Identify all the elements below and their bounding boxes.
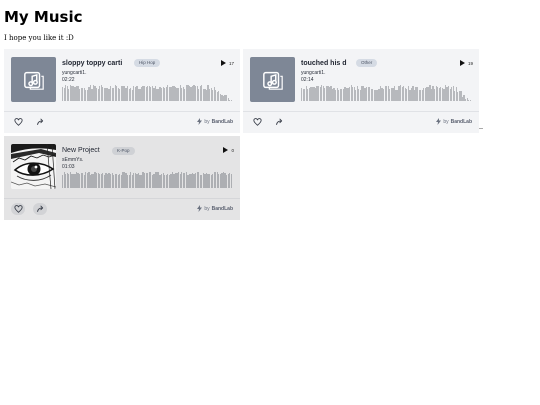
music-note-placeholder-icon: [23, 71, 44, 90]
bandlab-credit[interactable]: by BandLab: [197, 205, 233, 212]
play-count: 19: [467, 60, 473, 66]
play-control: 19: [459, 60, 473, 66]
share-arrow-icon: [36, 205, 43, 212]
credit-by-label: by: [204, 118, 210, 125]
play-control: 17: [220, 60, 234, 66]
share-arrow-icon: [36, 118, 43, 125]
stray-divider: [479, 128, 483, 129]
share-button[interactable]: [272, 116, 286, 128]
manga-eye-artwork: [11, 144, 56, 189]
share-button[interactable]: [33, 203, 47, 215]
play-control: 0: [223, 147, 234, 153]
genre-badge[interactable]: Hip Hop: [134, 59, 161, 67]
track-card-1: sloppy toppy carti Hip Hop yungcarti1. 0…: [4, 49, 240, 133]
genre-badge[interactable]: K-Pop: [112, 147, 135, 155]
artist-name[interactable]: sEmmYs.: [62, 157, 83, 163]
like-button[interactable]: [11, 116, 25, 128]
credit-by-label: by: [443, 118, 449, 125]
like-button[interactable]: [11, 203, 25, 215]
card-divider: [243, 111, 479, 112]
waveform[interactable]: [62, 171, 232, 188]
bolt-icon: [436, 118, 442, 125]
track-title[interactable]: New Project: [62, 147, 100, 154]
track-title[interactable]: sloppy toppy carti: [62, 60, 122, 67]
bandlab-credit[interactable]: by BandLab: [436, 118, 472, 125]
track-title[interactable]: touched his d: [301, 60, 347, 67]
track-card-2: touched his d Other yungcarti1. 02:14 19: [243, 49, 479, 133]
track-card-main: touched his d Other yungcarti1. 02:14 19: [243, 49, 479, 111]
card-divider: [4, 198, 240, 199]
page-subtitle: I hope you like it :D: [4, 34, 74, 42]
credit-brand: BandLab: [211, 118, 233, 125]
track-duration: 02:22: [62, 77, 75, 83]
credit-brand: BandLab: [450, 118, 472, 125]
play-icon[interactable]: [223, 147, 229, 153]
heart-icon: [13, 118, 23, 126]
credit-by-label: by: [204, 205, 210, 212]
page: My Music I hope you like it :D sloppy to…: [0, 0, 540, 405]
track-cover[interactable]: [250, 57, 295, 102]
track-cover[interactable]: [11, 57, 56, 102]
bandlab-credit[interactable]: by BandLab: [197, 118, 233, 125]
bolt-icon: [197, 118, 203, 125]
waveform-bar: [469, 99, 471, 101]
play-icon[interactable]: [459, 60, 465, 66]
share-button[interactable]: [33, 116, 47, 128]
share-arrow-icon: [275, 118, 282, 125]
artist-name[interactable]: yungcarti1.: [301, 70, 325, 76]
bolt-icon: [197, 205, 203, 212]
waveform[interactable]: [62, 84, 232, 101]
play-count: 0: [231, 147, 234, 153]
heart-icon: [13, 205, 23, 213]
card-divider: [4, 111, 240, 112]
artist-name[interactable]: yungcarti1.: [62, 70, 86, 76]
track-duration: 02:14: [301, 77, 314, 83]
genre-badge[interactable]: Other: [356, 59, 378, 67]
like-button[interactable]: [250, 116, 264, 128]
play-count: 17: [228, 60, 234, 66]
music-note-placeholder-icon: [262, 71, 283, 90]
track-card-main: New Project K-Pop sEmmYs. 01:03 0: [4, 136, 240, 198]
waveform-bar: [230, 99, 232, 101]
track-card-3: New Project K-Pop sEmmYs. 01:03 0 by Ban…: [4, 136, 240, 220]
play-icon[interactable]: [220, 60, 226, 66]
page-title: My Music: [4, 8, 83, 26]
track-card-main: sloppy toppy carti Hip Hop yungcarti1. 0…: [4, 49, 240, 111]
waveform[interactable]: [301, 84, 471, 101]
credit-brand: BandLab: [211, 205, 233, 212]
track-duration: 01:03: [62, 164, 75, 170]
track-cover[interactable]: [11, 144, 56, 189]
heart-icon: [252, 118, 262, 126]
waveform-bar: [230, 173, 232, 188]
